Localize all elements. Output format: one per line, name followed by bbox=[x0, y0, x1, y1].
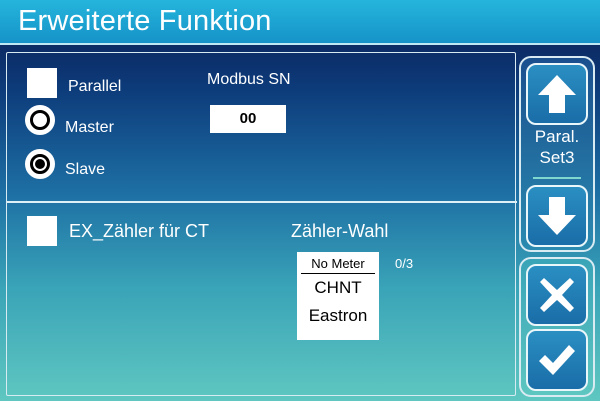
page-up-button[interactable] bbox=[526, 63, 588, 125]
slave-radio[interactable] bbox=[25, 149, 55, 179]
modbus-sn-input[interactable]: 00 bbox=[210, 105, 286, 133]
meter-option-eastron[interactable]: Eastron bbox=[297, 303, 379, 329]
checkmark-icon bbox=[539, 345, 575, 375]
ex-meter-checkbox[interactable] bbox=[27, 216, 57, 246]
cancel-button[interactable] bbox=[526, 264, 588, 326]
settings-panel: Parallel Master Slave Modbus SN 00 EX_Zä… bbox=[6, 52, 517, 396]
meter-select-label: Zähler-Wahl bbox=[291, 221, 389, 241]
screen: Erweiterte Funktion Parallel Master Slav… bbox=[0, 0, 600, 401]
meter-counter: 0/3 bbox=[395, 256, 414, 271]
title-bar: Erweiterte Funktion bbox=[0, 0, 600, 45]
arrow-down-icon bbox=[538, 197, 576, 235]
meter-option-chnt[interactable]: CHNT bbox=[297, 275, 379, 301]
page-label-line2: Set3 bbox=[539, 148, 575, 167]
arrow-up-icon bbox=[538, 75, 576, 113]
master-label: Master bbox=[65, 119, 114, 136]
page-indicator bbox=[533, 177, 581, 179]
slave-radio-dot bbox=[35, 159, 45, 169]
page-down-button[interactable] bbox=[526, 185, 588, 247]
confirm-button[interactable] bbox=[526, 329, 588, 391]
page-label-line1: Paral. bbox=[534, 127, 580, 146]
parallel-label: Parallel bbox=[68, 78, 122, 95]
meter-option-no-meter[interactable]: No Meter bbox=[301, 255, 375, 274]
meter-select-list: No Meter CHNT Eastron bbox=[297, 252, 379, 340]
page-title: Erweiterte Funktion bbox=[18, 5, 272, 37]
close-icon bbox=[540, 278, 574, 312]
page-label: Paral. Set3 bbox=[519, 126, 595, 168]
master-radio-ring bbox=[30, 110, 50, 130]
ex-meter-label: EX_Zähler für CT bbox=[69, 221, 210, 241]
modbus-sn-label: Modbus SN bbox=[207, 71, 291, 88]
action-panel bbox=[519, 257, 595, 397]
master-radio[interactable] bbox=[25, 105, 55, 135]
section-divider bbox=[7, 201, 517, 203]
slave-label: Slave bbox=[65, 161, 106, 178]
parallel-checkbox[interactable] bbox=[27, 68, 57, 98]
